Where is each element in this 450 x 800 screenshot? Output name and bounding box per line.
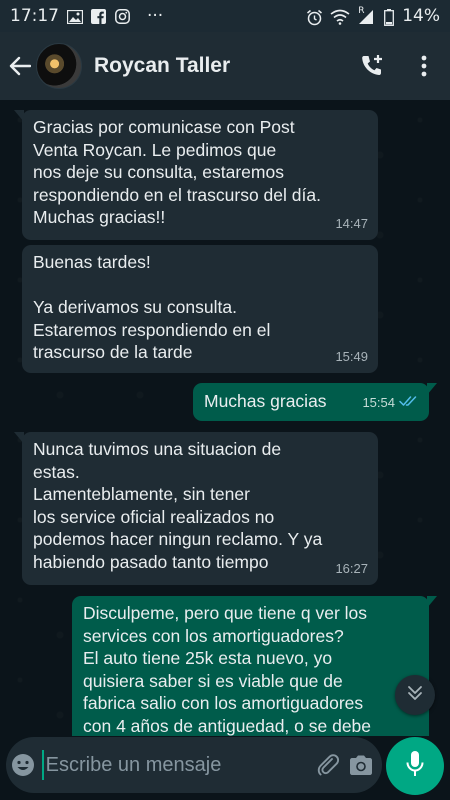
bubble-tail [14, 432, 24, 444]
double-check-read-icon [399, 392, 419, 415]
battery-percentage: 14% [402, 6, 440, 26]
mic-icon [405, 750, 425, 782]
contact-name[interactable]: Roycan Taller [94, 54, 230, 78]
bubble-tail [427, 596, 437, 608]
message-composer [6, 737, 382, 793]
image-icon [66, 9, 84, 25]
signal-icon: R [358, 6, 376, 24]
message-outgoing[interactable]: Muchas gracias 15:54 [193, 383, 437, 421]
chevron-double-down-icon [406, 685, 424, 705]
camera-icon[interactable] [344, 737, 378, 793]
message-time: 14:47 [335, 215, 368, 231]
attach-icon[interactable] [311, 737, 345, 793]
message-text: Nunca tuvimos una situacion de estas. La… [33, 439, 323, 572]
chat-messages[interactable]: Gracias por comunicase con Post Venta Ro… [0, 100, 450, 736]
message-text: Buenas tardes! Ya derivamos su consulta.… [33, 252, 271, 362]
emoji-icon[interactable] [6, 737, 40, 793]
message-text: Gracias por comunicase con Post Venta Ro… [33, 117, 321, 227]
scroll-to-bottom-button[interactable] [395, 675, 435, 715]
message-time: 15:54 [362, 392, 419, 415]
message-time: 15:49 [335, 348, 368, 364]
facebook-icon [91, 9, 107, 24]
signal-roaming-label: R [358, 6, 365, 16]
message-input[interactable] [41, 750, 311, 780]
instagram-icon [115, 9, 131, 24]
chat-header: Roycan Taller [0, 32, 450, 100]
battery-icon [384, 9, 395, 26]
message-incoming[interactable]: Gracias por comunicase con Post Venta Ro… [14, 110, 378, 240]
message-text: Disculpeme, pero que tiene q ver los ser… [83, 603, 372, 736]
status-more-dots: ··· [147, 6, 164, 26]
bubble-tail [427, 383, 437, 395]
voice-message-button[interactable] [386, 737, 444, 795]
more-vert-icon[interactable] [398, 32, 450, 100]
bubble-tail [14, 110, 24, 122]
message-incoming[interactable]: Buenas tardes! Ya derivamos su consulta.… [22, 245, 378, 373]
add-call-icon[interactable] [346, 32, 398, 100]
message-outgoing[interactable]: Disculpeme, pero que tiene q ver los ser… [72, 596, 437, 736]
contact-avatar[interactable] [36, 43, 82, 89]
status-bar: 17:17 ··· R 14% [0, 0, 450, 32]
message-time: 16:27 [335, 560, 368, 576]
alarm-icon [306, 9, 323, 26]
message-incoming[interactable]: Nunca tuvimos una situacion de estas. La… [14, 432, 378, 585]
status-time: 17:17 [10, 6, 59, 26]
wifi-icon [330, 9, 350, 25]
back-arrow-icon[interactable] [2, 32, 38, 100]
